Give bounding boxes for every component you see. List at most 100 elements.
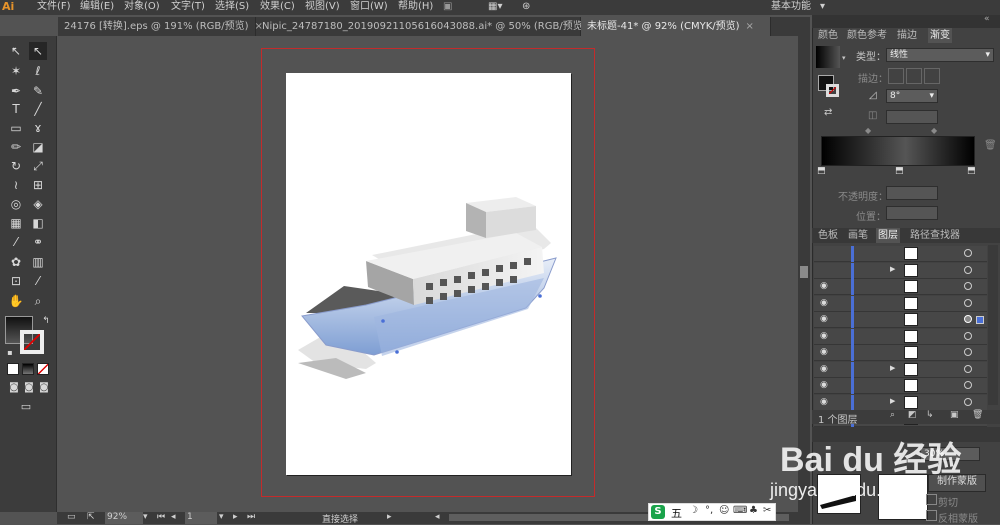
workspace-switcher[interactable]: 基本功能: [771, 0, 811, 15]
target-circle-icon[interactable]: [964, 331, 972, 340]
punctuation-icon[interactable]: °,: [705, 505, 713, 516]
clipping-mask-icon[interactable]: ◩: [908, 410, 917, 420]
tab-document-3[interactable]: 未标题-41* @ 92% (CMYK/预览) ×: [581, 17, 771, 36]
menu-help[interactable]: 帮助(H): [398, 0, 433, 15]
layer-row[interactable]: ◉: [814, 328, 987, 345]
layer-row[interactable]: ◉ ▶: [814, 361, 987, 378]
selection-tool-icon[interactable]: ↖: [7, 42, 25, 60]
gradient-type-select[interactable]: 线性 ▾: [886, 48, 994, 62]
new-layer-icon[interactable]: ▣: [950, 410, 959, 420]
gradient-slider[interactable]: [821, 136, 975, 166]
tab-layers[interactable]: 图层: [876, 228, 900, 243]
curvature-tool-icon[interactable]: ✎: [29, 82, 47, 100]
perspective-grid-tool-icon[interactable]: ▦: [7, 214, 25, 232]
expand-arrow-icon[interactable]: ▶: [890, 397, 895, 405]
pencil-tool-icon[interactable]: ✏: [7, 138, 25, 156]
menu-type[interactable]: 文字(T): [171, 0, 205, 15]
visibility-eye-icon[interactable]: ◉: [820, 281, 828, 291]
visibility-eye-icon[interactable]: ◉: [820, 380, 828, 390]
invert-mask-checkbox[interactable]: [926, 510, 937, 521]
midpoint-diamond-left[interactable]: ◆: [865, 126, 871, 135]
visibility-eye-icon[interactable]: ◉: [820, 364, 828, 374]
magic-wand-tool-icon[interactable]: ✶: [7, 62, 25, 80]
menu-file[interactable]: 文件(F): [37, 0, 71, 15]
default-colors-icon[interactable]: ▪: [1, 344, 19, 362]
panel-collapse-icon[interactable]: «: [984, 14, 990, 24]
prev-page-icon[interactable]: ◂: [171, 512, 176, 522]
next-page-icon[interactable]: ▸: [233, 512, 238, 522]
target-circle-icon[interactable]: [964, 265, 972, 274]
blend-tool-icon[interactable]: ⚭: [29, 233, 47, 251]
target-circle-icon[interactable]: [964, 249, 972, 257]
paintbrush-tool-icon[interactable]: ɤ: [29, 119, 47, 137]
page-dropdown-icon[interactable]: ▾: [219, 512, 224, 522]
artboard-nav-icon[interactable]: ▭: [67, 512, 76, 522]
column-graph-tool-icon[interactable]: ▥: [29, 253, 47, 271]
menu-object[interactable]: 对象(O): [124, 0, 160, 15]
preview-dropdown-icon[interactable]: ▾: [842, 54, 846, 62]
expand-arrow-icon[interactable]: ▶: [890, 265, 895, 273]
live-paint-tool-icon[interactable]: ◈: [29, 195, 47, 213]
status-menu-icon[interactable]: ▸: [387, 512, 392, 522]
arrange-icon[interactable]: ▦▾: [488, 0, 502, 15]
zoom-tool-icon[interactable]: ⌕: [29, 292, 47, 310]
reverse-gradient-icon[interactable]: ⇄: [824, 107, 832, 118]
target-circle-icon[interactable]: [964, 315, 972, 323]
skin-icon[interactable]: ♣: [749, 505, 758, 516]
layer-row[interactable]: ◉: [814, 279, 987, 295]
stop-opacity-field[interactable]: [886, 186, 938, 200]
selection-indicator[interactable]: [976, 316, 984, 324]
stroke-within-icon[interactable]: [888, 68, 904, 84]
last-page-icon[interactable]: ⏭: [247, 512, 255, 522]
bridge-icon[interactable]: ▣: [443, 0, 452, 15]
first-page-icon[interactable]: ⏮: [157, 512, 165, 522]
gradient-angle-field[interactable]: 8° ▾: [886, 89, 938, 103]
direct-selection-tool-icon[interactable]: ↖: [29, 42, 47, 60]
zoom-field[interactable]: 92%: [105, 512, 143, 524]
tab-brushes[interactable]: 画笔: [846, 228, 870, 243]
draw-inside-icon[interactable]: ◙: [35, 379, 53, 397]
tab-swatches[interactable]: 色板: [816, 228, 840, 243]
layer-row[interactable]: ◉: [814, 345, 987, 361]
menu-edit[interactable]: 编辑(E): [80, 0, 114, 15]
ime-mode[interactable]: 五: [671, 505, 682, 521]
layer-row[interactable]: ◉ ▶: [814, 394, 987, 411]
tab-document-2[interactable]: Nipic_24787180_20190921105616043088.ai* …: [256, 17, 601, 36]
swap-fill-stroke-icon[interactable]: ↰: [37, 312, 55, 330]
gradient-stop-right[interactable]: ⬒: [967, 166, 976, 176]
layers-scrollbar[interactable]: [988, 245, 998, 405]
color-mode-icon[interactable]: [7, 363, 19, 375]
visibility-eye-icon[interactable]: ◉: [820, 298, 828, 308]
layer-row[interactable]: ◉: [814, 312, 987, 328]
tab-color[interactable]: 颜色: [816, 28, 840, 43]
ship-illustration[interactable]: [286, 73, 571, 475]
visibility-eye-icon[interactable]: ◉: [820, 397, 828, 407]
sogou-logo-icon[interactable]: S: [651, 505, 665, 519]
gradient-tool-icon[interactable]: ◧: [29, 214, 47, 232]
layer-row[interactable]: ▶: [814, 262, 987, 279]
symbol-sprayer-tool-icon[interactable]: ✿: [7, 253, 25, 271]
rotate-tool-icon[interactable]: ↻: [7, 157, 25, 175]
target-circle-icon[interactable]: [964, 282, 972, 290]
target-circle-icon[interactable]: [964, 397, 972, 406]
tab-color-guide[interactable]: 颜色参考: [845, 28, 889, 43]
free-transform-tool-icon[interactable]: ⊞: [29, 176, 47, 194]
gradient-preview-swatch[interactable]: [816, 46, 840, 68]
delete-stop-icon[interactable]: 🗑: [984, 140, 997, 151]
gradient-mode-icon[interactable]: [22, 363, 34, 375]
zoom-dropdown-icon[interactable]: ▾: [143, 512, 148, 522]
gradient-stop-middle[interactable]: ⬒: [895, 166, 904, 176]
none-mode-icon[interactable]: [37, 363, 49, 375]
target-circle-icon[interactable]: [964, 381, 972, 389]
eyedropper-tool-icon[interactable]: ⁄: [7, 233, 25, 251]
layer-row[interactable]: ◉: [814, 295, 987, 312]
gradient-stop-left[interactable]: ⬒: [817, 166, 826, 176]
visibility-eye-icon[interactable]: ◉: [820, 347, 828, 357]
menu-select[interactable]: 选择(S): [215, 0, 249, 15]
eraser-tool-icon[interactable]: ◪: [29, 138, 47, 156]
rectangle-tool-icon[interactable]: ▭: [7, 119, 25, 137]
workspace-dropdown-icon[interactable]: ▾: [820, 0, 825, 15]
gpu-icon[interactable]: ⊛: [522, 0, 530, 15]
lasso-tool-icon[interactable]: ℓ: [29, 62, 47, 80]
stroke-along-icon[interactable]: [906, 68, 922, 84]
